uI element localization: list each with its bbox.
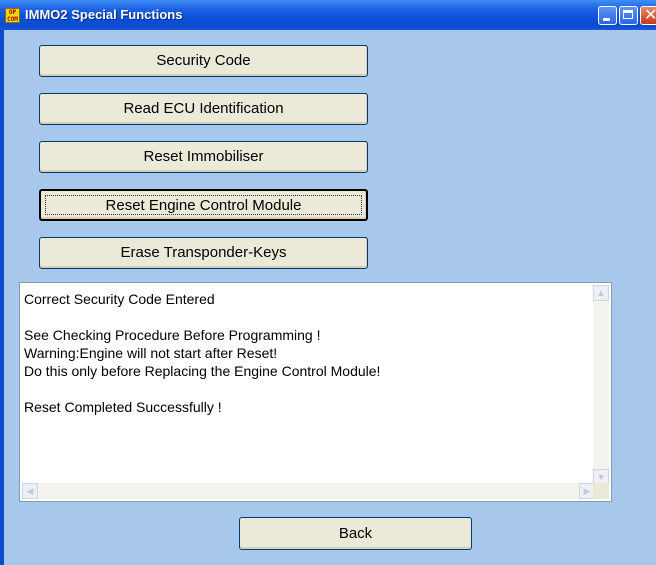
scrollbar-corner	[593, 483, 609, 499]
vertical-scrollbar[interactable]: ▲ ▼	[593, 285, 609, 485]
minimize-icon	[603, 18, 610, 21]
opcom-app-icon[interactable]: OP COM	[5, 8, 20, 23]
back-button[interactable]: Back	[239, 517, 472, 550]
erase-transponder-keys-button[interactable]: Erase Transponder-Keys	[39, 237, 368, 269]
scroll-up-icon[interactable]: ▲	[593, 285, 609, 301]
minimize-button[interactable]	[598, 6, 617, 25]
close-icon: ✕	[644, 5, 656, 24]
output-log-textarea[interactable]: Correct Security Code Entered See Checki…	[19, 282, 612, 502]
output-log-text: Correct Security Code Entered See Checki…	[24, 291, 381, 415]
reset-immobiliser-button[interactable]: Reset Immobiliser	[39, 141, 368, 173]
maximize-icon	[623, 10, 633, 19]
title-bar[interactable]: OP COM IMMO2 Special Functions ✕	[0, 0, 656, 30]
window-border	[0, 30, 4, 565]
maximize-button[interactable]	[619, 6, 638, 25]
horizontal-scrollbar[interactable]: ◀ ▶	[22, 483, 595, 499]
scroll-left-icon[interactable]: ◀	[22, 483, 38, 499]
read-ecu-identification-button[interactable]: Read ECU Identification	[39, 93, 368, 125]
window-title: IMMO2 Special Functions	[25, 7, 183, 22]
reset-engine-control-module-button[interactable]: Reset Engine Control Module	[39, 189, 368, 221]
close-button[interactable]: ✕	[640, 5, 656, 25]
immo2-window: OP COM IMMO2 Special Functions ✕ Securit…	[0, 0, 656, 565]
security-code-button[interactable]: Security Code	[39, 45, 368, 77]
